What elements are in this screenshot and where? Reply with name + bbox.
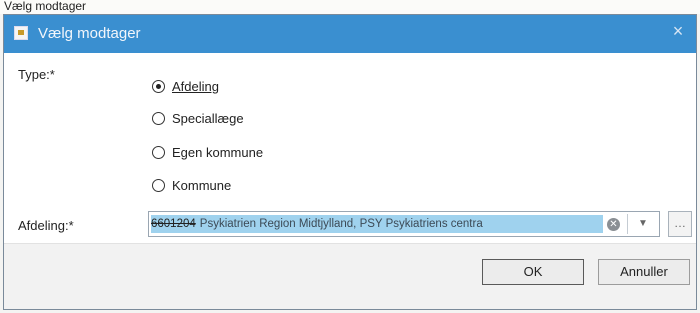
ok-button-label: OK <box>523 264 543 279</box>
dialog-title: Vælg modtager <box>38 25 141 42</box>
radio-afdeling[interactable]: Afdeling <box>152 76 219 96</box>
type-label: Type:* <box>18 67 55 82</box>
radio-kommune[interactable]: Kommune <box>152 175 231 195</box>
browse-button[interactable]: … <box>668 211 692 237</box>
dialog-footer <box>4 244 696 309</box>
dialog-titlebar: Vælg modtager × <box>4 15 696 53</box>
radio-speciallaege[interactable]: Speciallæge <box>152 108 244 128</box>
afdeling-label: Afdeling:* <box>18 218 74 233</box>
ok-button[interactable]: OK <box>482 259 584 285</box>
clear-icon[interactable]: ✕ <box>607 218 620 231</box>
radio-egen-kommune[interactable]: Egen kommune <box>152 142 263 162</box>
app-icon <box>14 26 28 40</box>
radio-button[interactable] <box>152 111 165 125</box>
afdeling-combobox[interactable]: 6601204 Psykiatrien Region Midtjylland, P… <box>148 211 660 237</box>
radio-button-checked[interactable] <box>152 79 165 93</box>
background-window-strip: Vælg modtager <box>0 0 700 14</box>
afdeling-selected-value[interactable]: 6601204 Psykiatrien Region Midtjylland, P… <box>151 215 603 233</box>
radio-label-kommune: Kommune <box>172 177 232 193</box>
radio-button[interactable] <box>152 178 165 192</box>
combo-separator <box>627 214 628 234</box>
close-icon[interactable]: × <box>668 21 688 42</box>
radio-label-afdeling: Afdeling <box>172 78 219 94</box>
radio-label-speciallaege: Speciallæge <box>172 110 244 126</box>
cancel-button-label: Annuller <box>620 264 668 279</box>
select-recipient-dialog: Vælg modtager × Type:* Afdeling Speciall… <box>3 14 697 310</box>
afdeling-name: Psykiatrien Region Midtjylland, PSY Psyk… <box>199 218 483 230</box>
afdeling-code: 6601204 <box>151 218 196 230</box>
radio-label-egen-kommune: Egen kommune <box>172 144 264 160</box>
radio-button[interactable] <box>152 145 165 159</box>
background-window-text: Vælg modtager <box>4 0 87 13</box>
cancel-button[interactable]: Annuller <box>598 259 690 285</box>
chevron-down-icon[interactable]: ▼ <box>631 216 655 232</box>
